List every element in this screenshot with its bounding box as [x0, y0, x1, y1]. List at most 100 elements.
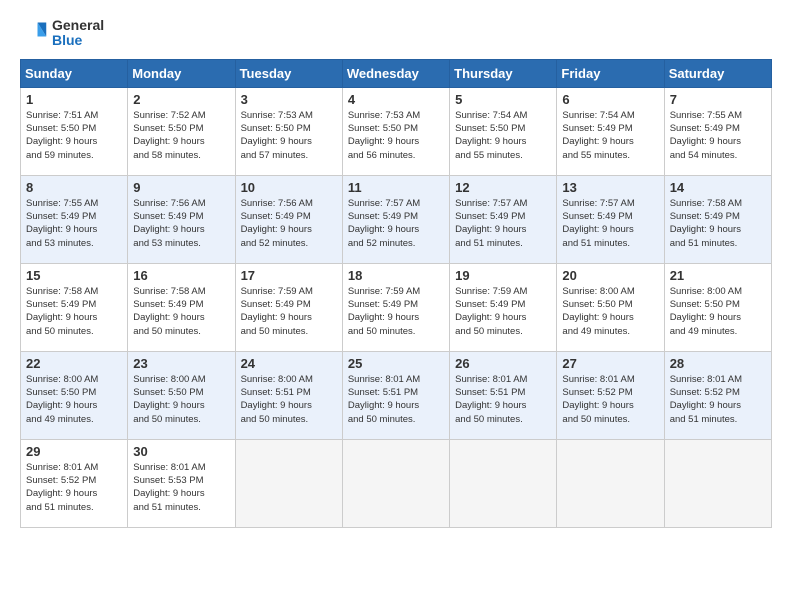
day-number: 4	[348, 92, 444, 107]
calendar-cell: 3 Sunrise: 7:53 AM Sunset: 5:50 PM Daylig…	[235, 87, 342, 175]
day-number: 20	[562, 268, 658, 283]
day-info: Sunrise: 8:01 AM Sunset: 5:52 PM Dayligh…	[562, 373, 658, 426]
calendar-cell: 17 Sunrise: 7:59 AM Sunset: 5:49 PM Dayli…	[235, 263, 342, 351]
day-info: Sunrise: 7:58 AM Sunset: 5:49 PM Dayligh…	[26, 285, 122, 338]
day-number: 9	[133, 180, 229, 195]
day-number: 2	[133, 92, 229, 107]
logo-icon	[20, 19, 48, 47]
calendar-cell: 18 Sunrise: 7:59 AM Sunset: 5:49 PM Dayli…	[342, 263, 449, 351]
day-info: Sunrise: 7:58 AM Sunset: 5:49 PM Dayligh…	[670, 197, 766, 250]
calendar-cell: 16Sunrise: 7:58 AM Sunset: 5:49 PM Dayli…	[128, 263, 235, 351]
logo: General Blue	[20, 18, 104, 49]
header: General Blue	[20, 18, 772, 49]
day-info: Sunrise: 7:56 AM Sunset: 5:49 PM Dayligh…	[133, 197, 229, 250]
calendar-row-1: 8 Sunrise: 7:55 AM Sunset: 5:49 PM Daylig…	[21, 175, 772, 263]
day-info: Sunrise: 7:51 AM Sunset: 5:50 PM Dayligh…	[26, 109, 122, 162]
calendar-cell: 4 Sunrise: 7:53 AM Sunset: 5:50 PM Daylig…	[342, 87, 449, 175]
calendar-cell: 20 Sunrise: 8:00 AM Sunset: 5:50 PM Dayli…	[557, 263, 664, 351]
day-info: Sunrise: 8:01 AM Sunset: 5:53 PM Dayligh…	[133, 461, 229, 514]
day-info: Sunrise: 8:00 AM Sunset: 5:50 PM Dayligh…	[670, 285, 766, 338]
calendar-cell: 13Sunrise: 7:57 AM Sunset: 5:49 PM Dayli…	[557, 175, 664, 263]
day-info: Sunrise: 7:57 AM Sunset: 5:49 PM Dayligh…	[455, 197, 551, 250]
calendar-cell: 12 Sunrise: 7:57 AM Sunset: 5:49 PM Dayli…	[450, 175, 557, 263]
weekday-header-thursday: Thursday	[450, 59, 557, 87]
weekday-header-friday: Friday	[557, 59, 664, 87]
day-info: Sunrise: 7:57 AM Sunset: 5:49 PM Dayligh…	[562, 197, 658, 250]
day-info: Sunrise: 7:59 AM Sunset: 5:49 PM Dayligh…	[455, 285, 551, 338]
day-number: 22	[26, 356, 122, 371]
day-number: 28	[670, 356, 766, 371]
day-info: Sunrise: 7:56 AM Sunset: 5:49 PM Dayligh…	[241, 197, 337, 250]
weekday-header-sunday: Sunday	[21, 59, 128, 87]
calendar-cell: 1 Sunrise: 7:51 AM Sunset: 5:50 PM Daylig…	[21, 87, 128, 175]
calendar-cell	[450, 439, 557, 527]
day-number: 12	[455, 180, 551, 195]
day-info: Sunrise: 7:59 AM Sunset: 5:49 PM Dayligh…	[348, 285, 444, 338]
calendar-cell: 14Sunrise: 7:58 AM Sunset: 5:49 PM Dayli…	[664, 175, 771, 263]
weekday-header-monday: Monday	[128, 59, 235, 87]
day-info: Sunrise: 8:01 AM Sunset: 5:52 PM Dayligh…	[670, 373, 766, 426]
calendar-cell: 8 Sunrise: 7:55 AM Sunset: 5:49 PM Daylig…	[21, 175, 128, 263]
calendar-cell	[235, 439, 342, 527]
calendar-cell: 25 Sunrise: 8:01 AM Sunset: 5:51 PM Dayli…	[342, 351, 449, 439]
day-info: Sunrise: 7:53 AM Sunset: 5:50 PM Dayligh…	[348, 109, 444, 162]
day-info: Sunrise: 7:54 AM Sunset: 5:50 PM Dayligh…	[455, 109, 551, 162]
day-number: 26	[455, 356, 551, 371]
day-number: 30	[133, 444, 229, 459]
day-number: 7	[670, 92, 766, 107]
day-info: Sunrise: 8:00 AM Sunset: 5:51 PM Dayligh…	[241, 373, 337, 426]
calendar-cell: 28 Sunrise: 8:01 AM Sunset: 5:52 PM Dayli…	[664, 351, 771, 439]
day-number: 17	[241, 268, 337, 283]
day-number: 25	[348, 356, 444, 371]
calendar-page: General Blue SundayMondayTuesdayWednesda…	[0, 0, 792, 612]
weekday-header-wednesday: Wednesday	[342, 59, 449, 87]
weekday-header-row: SundayMondayTuesdayWednesdayThursdayFrid…	[21, 59, 772, 87]
calendar-cell: 19 Sunrise: 7:59 AM Sunset: 5:49 PM Dayli…	[450, 263, 557, 351]
calendar-table: SundayMondayTuesdayWednesdayThursdayFrid…	[20, 59, 772, 528]
calendar-cell: 7Sunrise: 7:55 AM Sunset: 5:49 PM Daylig…	[664, 87, 771, 175]
calendar-cell: 26Sunrise: 8:01 AM Sunset: 5:51 PM Dayli…	[450, 351, 557, 439]
day-info: Sunrise: 8:01 AM Sunset: 5:52 PM Dayligh…	[26, 461, 122, 514]
day-number: 29	[26, 444, 122, 459]
day-number: 1	[26, 92, 122, 107]
calendar-cell: 30 Sunrise: 8:01 AM Sunset: 5:53 PM Dayli…	[128, 439, 235, 527]
logo-text: General Blue	[52, 18, 104, 49]
day-info: Sunrise: 7:53 AM Sunset: 5:50 PM Dayligh…	[241, 109, 337, 162]
calendar-row-0: 1 Sunrise: 7:51 AM Sunset: 5:50 PM Daylig…	[21, 87, 772, 175]
calendar-cell: 2Sunrise: 7:52 AM Sunset: 5:50 PM Daylig…	[128, 87, 235, 175]
calendar-cell: 23Sunrise: 8:00 AM Sunset: 5:50 PM Dayli…	[128, 351, 235, 439]
day-number: 3	[241, 92, 337, 107]
day-number: 27	[562, 356, 658, 371]
calendar-cell	[342, 439, 449, 527]
day-number: 19	[455, 268, 551, 283]
calendar-cell	[664, 439, 771, 527]
calendar-row-2: 15 Sunrise: 7:58 AM Sunset: 5:49 PM Dayli…	[21, 263, 772, 351]
day-info: Sunrise: 8:00 AM Sunset: 5:50 PM Dayligh…	[26, 373, 122, 426]
day-number: 18	[348, 268, 444, 283]
calendar-cell: 11Sunrise: 7:57 AM Sunset: 5:49 PM Dayli…	[342, 175, 449, 263]
calendar-cell: 15 Sunrise: 7:58 AM Sunset: 5:49 PM Dayli…	[21, 263, 128, 351]
day-info: Sunrise: 8:01 AM Sunset: 5:51 PM Dayligh…	[348, 373, 444, 426]
day-number: 11	[348, 180, 444, 195]
day-number: 10	[241, 180, 337, 195]
day-number: 15	[26, 268, 122, 283]
day-number: 8	[26, 180, 122, 195]
calendar-row-3: 22 Sunrise: 8:00 AM Sunset: 5:50 PM Dayli…	[21, 351, 772, 439]
calendar-cell: 9 Sunrise: 7:56 AM Sunset: 5:49 PM Daylig…	[128, 175, 235, 263]
day-info: Sunrise: 7:54 AM Sunset: 5:49 PM Dayligh…	[562, 109, 658, 162]
day-number: 24	[241, 356, 337, 371]
day-number: 16	[133, 268, 229, 283]
calendar-cell: 6 Sunrise: 7:54 AM Sunset: 5:49 PM Daylig…	[557, 87, 664, 175]
day-number: 6	[562, 92, 658, 107]
calendar-row-4: 29 Sunrise: 8:01 AM Sunset: 5:52 PM Dayli…	[21, 439, 772, 527]
calendar-cell	[557, 439, 664, 527]
day-info: Sunrise: 7:55 AM Sunset: 5:49 PM Dayligh…	[26, 197, 122, 250]
calendar-cell: 22 Sunrise: 8:00 AM Sunset: 5:50 PM Dayli…	[21, 351, 128, 439]
calendar-cell: 10 Sunrise: 7:56 AM Sunset: 5:49 PM Dayli…	[235, 175, 342, 263]
calendar-cell: 5 Sunrise: 7:54 AM Sunset: 5:50 PM Daylig…	[450, 87, 557, 175]
calendar-cell: 27 Sunrise: 8:01 AM Sunset: 5:52 PM Dayli…	[557, 351, 664, 439]
day-info: Sunrise: 8:00 AM Sunset: 5:50 PM Dayligh…	[562, 285, 658, 338]
day-number: 5	[455, 92, 551, 107]
day-info: Sunrise: 7:59 AM Sunset: 5:49 PM Dayligh…	[241, 285, 337, 338]
calendar-cell: 21Sunrise: 8:00 AM Sunset: 5:50 PM Dayli…	[664, 263, 771, 351]
